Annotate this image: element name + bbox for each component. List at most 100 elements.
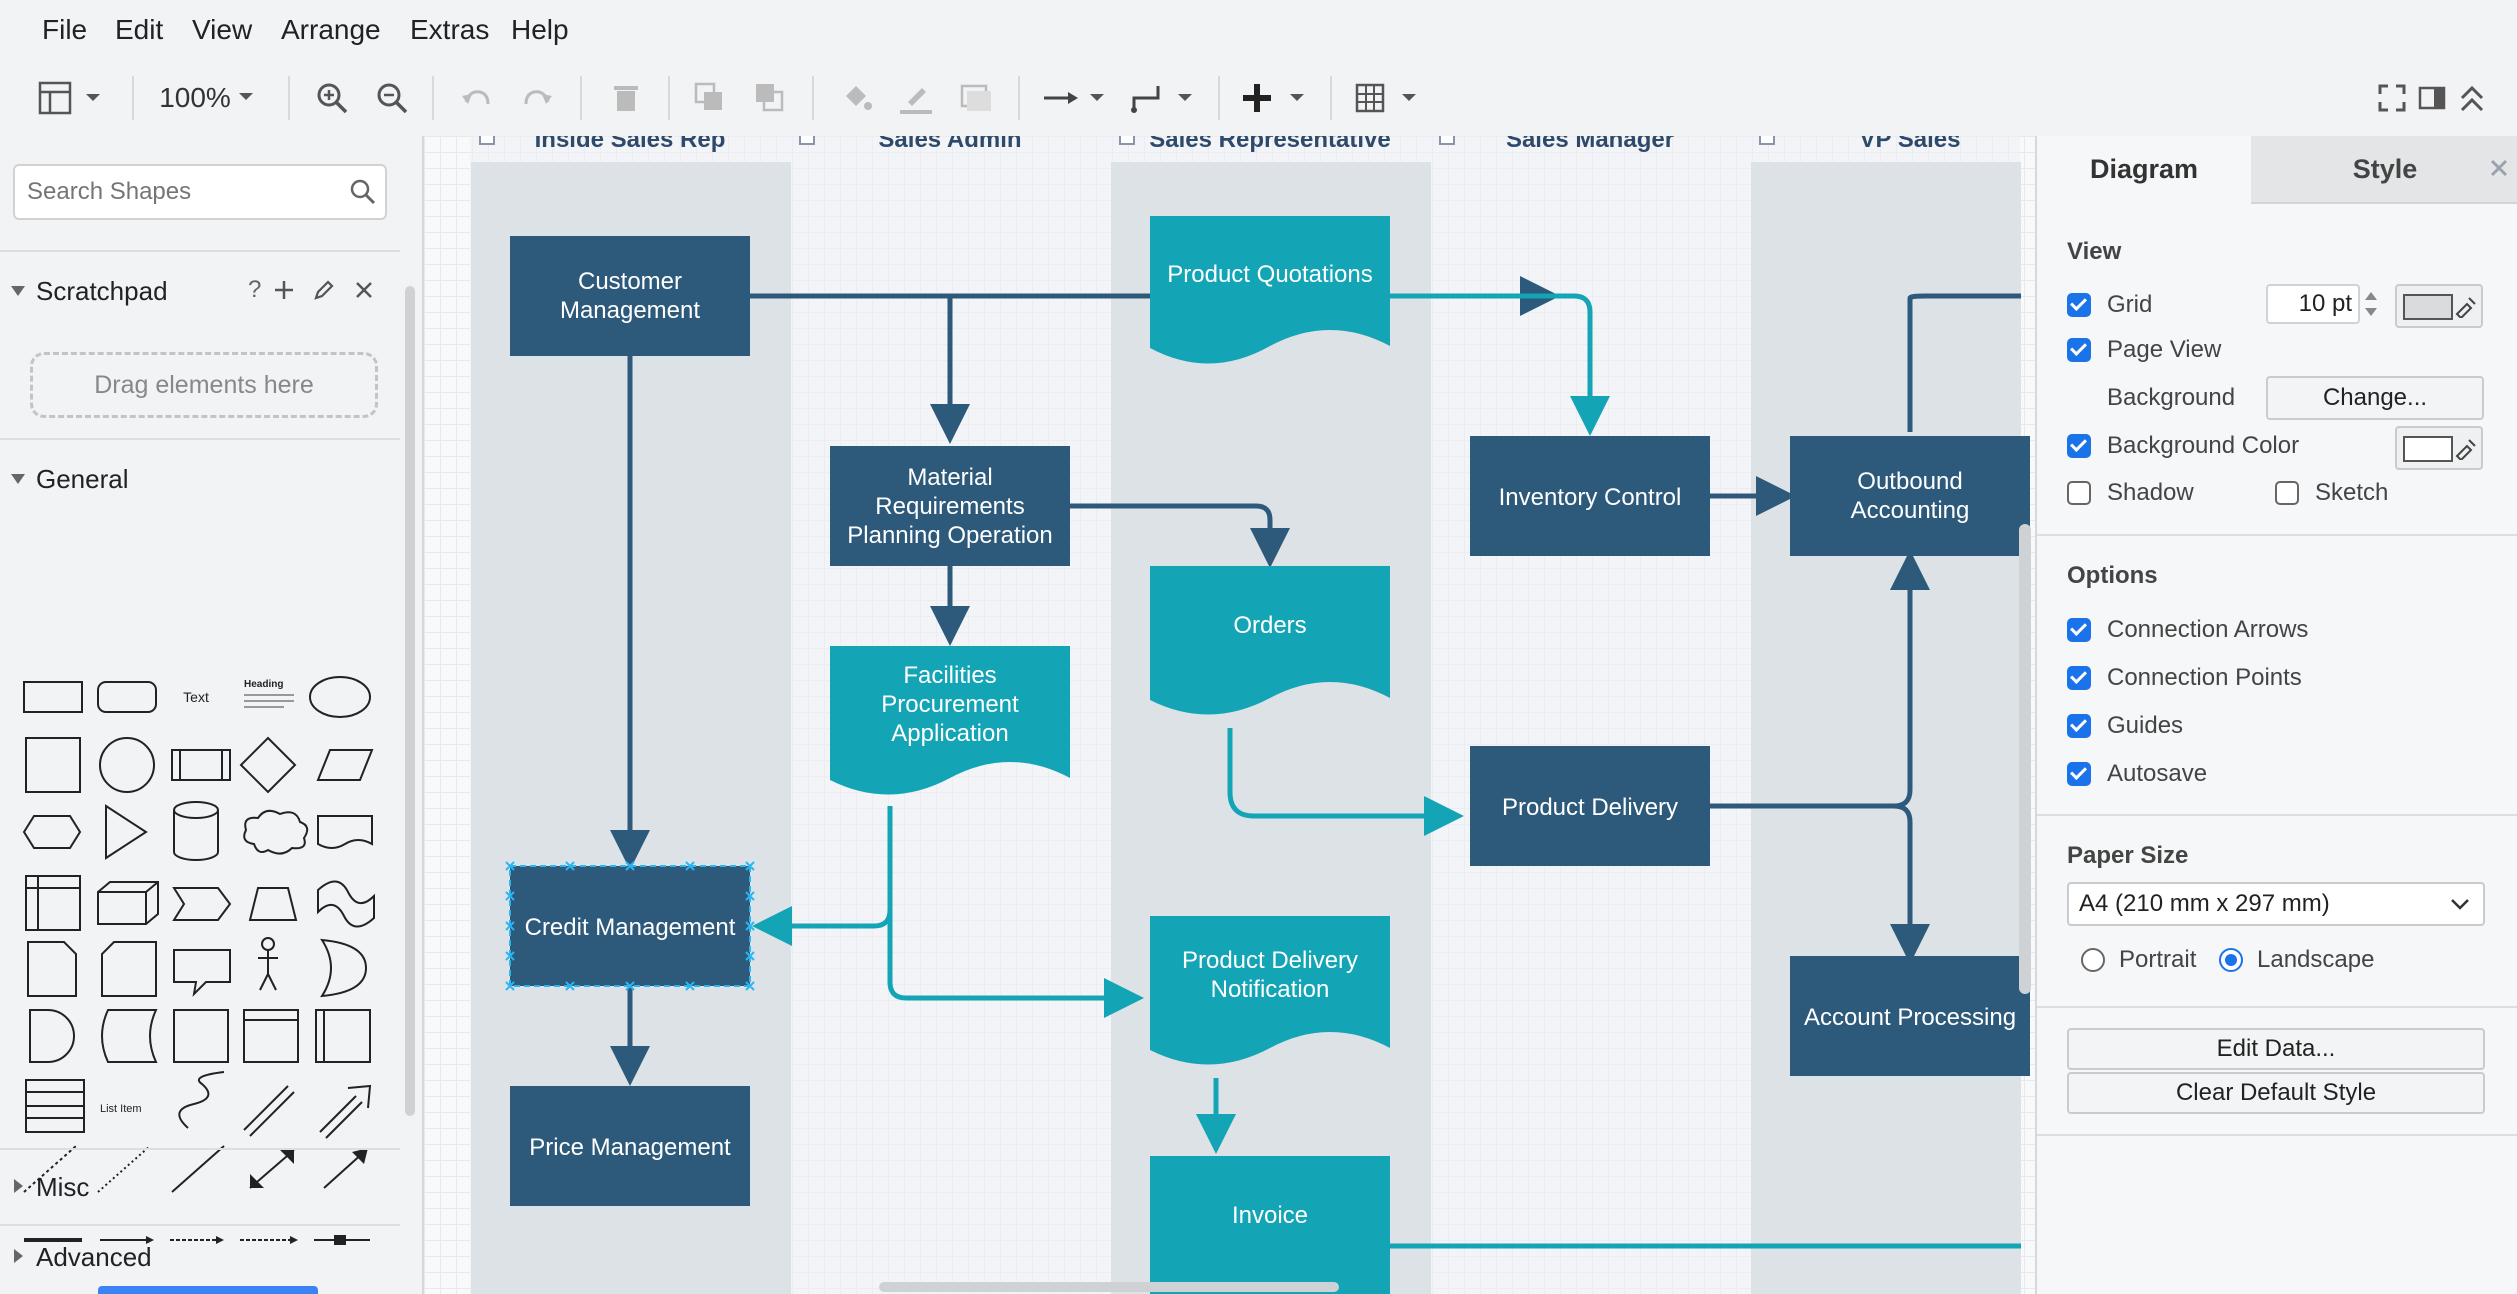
canvas-horizontal-scrollbar[interactable] <box>879 1282 1339 1292</box>
shadow-icon <box>960 84 991 111</box>
node-label: Account Processing <box>1804 1004 2016 1031</box>
misc-section-title[interactable]: Misc <box>36 1172 89 1203</box>
page-view-label: Page View <box>2107 336 2222 363</box>
shapes-sidebar: Scratchpad ? Drag elements here General <box>0 136 424 1294</box>
connection-arrows-label: Connection Arrows <box>2107 616 2309 643</box>
paper-size-select[interactable]: A4 (210 mm x 297 mm) <box>2067 882 2485 926</box>
shadow-option[interactable]: Shadow <box>2067 479 2194 507</box>
curve-shape <box>178 1071 225 1129</box>
node-label: Planning Operation <box>847 522 1052 549</box>
list-item-shape: List Item <box>100 1103 142 1115</box>
menu-edit[interactable]: Edit <box>115 14 163 46</box>
to-front-button[interactable] <box>690 78 730 118</box>
close-icon[interactable] <box>352 278 376 302</box>
edit-data-button[interactable]: Edit Data... <box>2067 1028 2485 1070</box>
zoom-in-button[interactable] <box>312 78 352 118</box>
shadow-checkbox[interactable] <box>2067 481 2091 505</box>
lane-vp-sales <box>1751 162 2021 1294</box>
lane-label-sales-manager: Sales Manager <box>1506 136 1674 153</box>
connection-button[interactable] <box>1040 78 1110 118</box>
connection-arrows-option[interactable]: Connection Arrows <box>2067 616 2308 644</box>
guides-checkbox[interactable] <box>2067 714 2091 738</box>
format-panel-button[interactable] <box>2412 78 2452 118</box>
tab-diagram[interactable]: Diagram <box>2037 136 2251 202</box>
diagram-canvas[interactable]: Inside Sales Rep Sales Admin Sales Repre… <box>424 136 2035 1294</box>
table-button[interactable] <box>1352 78 1422 118</box>
spinner-icon[interactable] <box>2361 286 2381 322</box>
general-section-title[interactable]: General <box>36 464 129 495</box>
delete-button[interactable] <box>606 78 646 118</box>
menu-view[interactable]: View <box>192 14 252 46</box>
lane-label-vp-sales: VP Sales <box>1860 136 1961 153</box>
sketch-label: Sketch <box>2315 479 2389 506</box>
close-panel-icon[interactable] <box>2487 156 2511 180</box>
layout-button[interactable] <box>36 78 108 118</box>
menu-extras[interactable]: Extras <box>410 14 489 46</box>
page-view-checkbox[interactable] <box>2067 338 2091 362</box>
menu-help[interactable]: Help <box>511 14 569 46</box>
fill-color-button[interactable] <box>836 78 876 118</box>
autosave-checkbox[interactable] <box>2067 762 2091 786</box>
search-box <box>13 164 387 220</box>
background-label: Background <box>2107 384 2236 411</box>
insert-button[interactable] <box>1240 78 1310 118</box>
diagram-svg: Inside Sales Rep Sales Admin Sales Repre… <box>470 136 2030 1294</box>
format-panel-icon <box>2418 86 2446 110</box>
dotted-line-shape <box>97 1145 151 1193</box>
background-color-option[interactable]: Background Color <box>2067 432 2299 460</box>
edit-icon[interactable] <box>312 278 336 302</box>
fullscreen-button[interactable] <box>2372 78 2412 118</box>
add-icon[interactable] <box>272 278 296 302</box>
zoom-select[interactable]: 100% <box>150 78 270 118</box>
sketch-checkbox[interactable] <box>2275 481 2299 505</box>
portrait-option[interactable]: Portrait <box>2081 946 2196 974</box>
redo-button[interactable] <box>518 78 558 118</box>
advanced-section-title[interactable]: Advanced <box>36 1242 152 1273</box>
menu-arrange[interactable]: Arrange <box>281 14 381 46</box>
change-background-button[interactable]: Change... <box>2266 376 2484 420</box>
connection-points-option[interactable]: Connection Points <box>2067 664 2302 692</box>
line-color-button[interactable] <box>896 78 936 118</box>
help-icon[interactable]: ? <box>248 276 261 304</box>
grid-checkbox[interactable] <box>2067 293 2091 317</box>
to-back-button[interactable] <box>750 78 790 118</box>
background-color-checkbox[interactable] <box>2067 434 2091 458</box>
more-shapes-button[interactable] <box>98 1286 318 1294</box>
zoom-in-icon <box>317 83 348 114</box>
connection-arrows-checkbox[interactable] <box>2067 618 2091 642</box>
sketch-option[interactable]: Sketch <box>2275 479 2388 507</box>
card-shape <box>101 941 157 997</box>
scratchpad-drop-zone[interactable]: Drag elements here <box>30 352 378 418</box>
page-view-option[interactable]: Page View <box>2067 336 2221 364</box>
line-color-icon <box>900 88 932 114</box>
canvas-vertical-scrollbar[interactable] <box>2019 524 2031 994</box>
tab-style[interactable]: Style <box>2251 136 2517 204</box>
search-input[interactable] <box>25 174 339 210</box>
container-shape <box>173 1009 229 1063</box>
delete-icon <box>614 86 638 111</box>
guides-option[interactable]: Guides <box>2067 712 2183 740</box>
clear-default-style-button[interactable]: Clear Default Style <box>2067 1072 2485 1114</box>
waypoints-button[interactable] <box>1128 78 1198 118</box>
node-label: Product Delivery <box>1502 794 1678 821</box>
undo-button[interactable] <box>456 78 496 118</box>
shapes-palette[interactable]: Text Heading List Item <box>18 520 388 1250</box>
autosave-option[interactable]: Autosave <box>2067 760 2207 788</box>
sidebar-scrollbar[interactable] <box>405 286 415 1116</box>
menu-file[interactable]: File <box>42 14 87 46</box>
connection-points-checkbox[interactable] <box>2067 666 2091 690</box>
grid-size-input[interactable]: 10 pt <box>2266 284 2360 324</box>
landscape-option[interactable]: Landscape <box>2219 946 2374 974</box>
grid-color-button[interactable] <box>2395 284 2483 328</box>
scratchpad-title[interactable]: Scratchpad <box>36 276 168 307</box>
collapse-button[interactable] <box>2452 78 2492 118</box>
zoom-out-button[interactable] <box>372 78 412 118</box>
shadow-button[interactable] <box>956 78 996 118</box>
portrait-radio[interactable] <box>2081 948 2105 972</box>
grid-option[interactable]: Grid <box>2067 291 2152 319</box>
node-label: Inventory Control <box>1499 484 1682 511</box>
expand-arrow-icon <box>14 1249 23 1263</box>
search-icon[interactable] <box>349 178 377 206</box>
landscape-radio[interactable] <box>2219 948 2243 972</box>
background-color-button[interactable] <box>2395 426 2483 470</box>
